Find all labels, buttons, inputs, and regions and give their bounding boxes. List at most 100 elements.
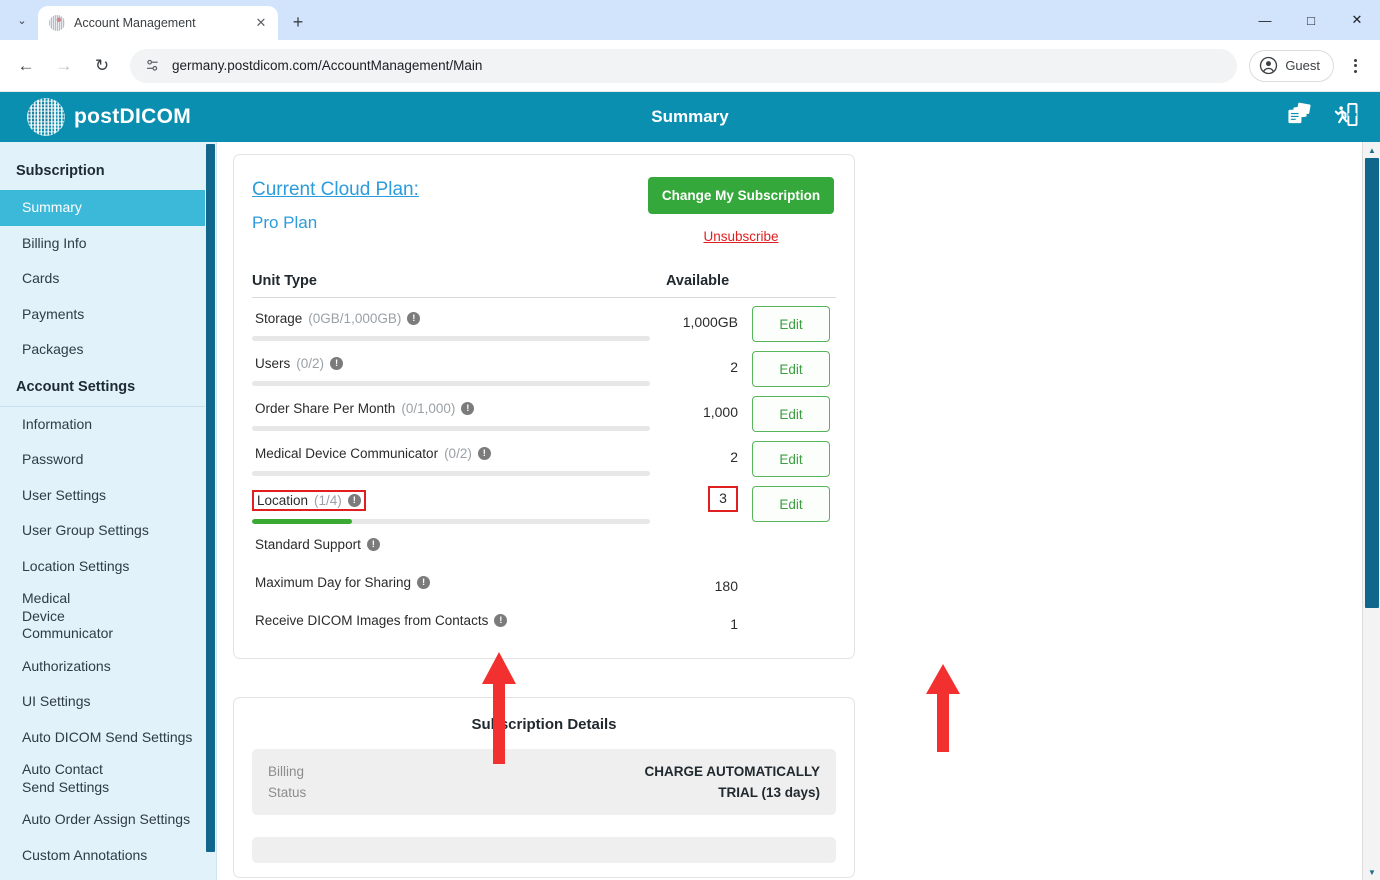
close-icon[interactable]: ✕ — [252, 14, 270, 32]
sidebar-item-payments[interactable]: Payments — [0, 297, 216, 333]
available-value — [650, 532, 738, 540]
sidebar-item-auto-order-assign-settings[interactable]: Auto Order Assign Settings — [0, 802, 216, 838]
info-icon[interactable]: ! — [366, 538, 380, 551]
main-scrollbar-thumb[interactable] — [1365, 158, 1379, 608]
new-tab-button[interactable]: + — [284, 8, 312, 36]
edit-button[interactable]: Edit — [752, 306, 830, 342]
plan-info: Current Cloud Plan: Pro Plan — [252, 177, 419, 233]
application: postDICOM Summary Subscription Summary B… — [0, 92, 1380, 880]
sidebar-item-user-settings[interactable]: User Settings — [0, 478, 216, 514]
tab-search-icon[interactable]: ⌄ — [8, 6, 36, 34]
sidebar-item-packages[interactable]: Packages — [0, 332, 216, 368]
sidebar-item-billing-info[interactable]: Billing Info — [0, 226, 216, 262]
unit-label: Storage (0GB/1,000GB) ! — [252, 310, 423, 327]
info-icon[interactable]: ! — [417, 576, 431, 589]
favicon-icon — [49, 15, 65, 31]
change-subscription-button[interactable]: Change My Subscription — [647, 177, 835, 214]
sidebar-item-user-group-settings[interactable]: User Group Settings — [0, 513, 216, 549]
sidebar-item-auto-contact-send-settings[interactable]: Auto Contact Send Settings — [0, 755, 130, 802]
edit-button[interactable]: Edit — [752, 396, 830, 432]
unit-label: Users (0/2) ! — [252, 355, 346, 372]
available-value: 2 — [730, 449, 738, 465]
logout-icon[interactable] — [1331, 102, 1358, 132]
available-value: 1 — [730, 616, 738, 632]
sidebar-item-custom-annotations[interactable]: Custom Annotations — [0, 838, 216, 874]
info-icon[interactable]: ! — [461, 402, 475, 415]
sidebar-item-medical-device-communicator[interactable]: Medical Device Communicator — [0, 584, 120, 649]
table-row: Maximum Day for Sharing ! 180 — [252, 562, 836, 600]
edit-button[interactable]: Edit — [752, 351, 830, 387]
unit-label: Maximum Day for Sharing ! — [252, 574, 433, 591]
usage-bar — [252, 426, 650, 431]
annotation-arrow-value — [926, 664, 960, 752]
sidebar-item-summary[interactable]: Summary — [0, 190, 216, 226]
back-icon[interactable]: ← — [10, 50, 42, 82]
unit-label: Standard Support ! — [252, 536, 383, 553]
current-plan-card: Current Cloud Plan: Pro Plan Change My S… — [233, 154, 855, 659]
info-icon[interactable]: ! — [347, 494, 361, 507]
scroll-up-icon[interactable]: ▲ — [1363, 143, 1380, 157]
unit-usage: (1/4) — [314, 493, 342, 508]
address-bar[interactable]: germany.postdicom.com/AccountManagement/… — [130, 48, 1238, 83]
main-scrollbar[interactable]: ▲ ▼ — [1362, 142, 1380, 880]
forward-icon[interactable]: → — [48, 50, 80, 82]
browser-toolbar: ← → ↻ germany.postdicom.com/AccountManag… — [0, 40, 1380, 92]
details-row: Billing CHARGE AUTOMATICALLY — [268, 761, 820, 782]
browser-window: ⌄ Account Management ✕ + — □ ✕ ← → ↻ ger… — [0, 0, 1380, 880]
sidebar-group-subscription: Subscription — [16, 163, 105, 179]
sidebar-scrollbar[interactable] — [205, 142, 216, 880]
available-value: 1,000 — [702, 404, 738, 420]
sidebar-item-location-settings[interactable]: Location Settings — [0, 549, 216, 585]
scroll-down-icon[interactable]: ▼ — [1363, 865, 1380, 879]
details-row: Status TRIAL (13 days) — [268, 782, 820, 803]
current-cloud-plan-link[interactable]: Current Cloud Plan: — [252, 179, 419, 201]
table-row: Storage (0GB/1,000GB) ! 1,000GB Edit — [252, 298, 836, 343]
units-table-header: Unit Type Available — [252, 273, 836, 298]
close-window-icon[interactable]: ✕ — [1334, 0, 1380, 40]
brand-name: postDICOM — [74, 105, 192, 128]
sidebar-item-cards[interactable]: Cards — [0, 261, 216, 297]
sidebar-scrollbar-thumb[interactable] — [206, 144, 215, 852]
sidebar-item-ui-settings[interactable]: UI Settings — [0, 684, 216, 720]
sidebar-item-information[interactable]: Information — [0, 407, 216, 443]
table-row: Users (0/2) ! 2 Edit — [252, 343, 836, 388]
available-value-location: 3 — [708, 486, 738, 512]
minimize-icon[interactable]: — — [1242, 0, 1288, 40]
header-actions — [1286, 102, 1358, 132]
brand-logo[interactable]: postDICOM — [27, 98, 191, 136]
unit-name: Location — [257, 493, 309, 508]
maximize-icon[interactable]: □ — [1288, 0, 1334, 40]
subscription-details-card: Subscription Details Billing CHARGE AUTO… — [233, 697, 855, 878]
browser-tab[interactable]: Account Management ✕ — [38, 6, 278, 40]
info-icon[interactable]: ! — [477, 447, 491, 460]
tab-strip: ⌄ Account Management ✕ + — □ ✕ — [0, 0, 1380, 40]
info-icon[interactable]: ! — [494, 614, 508, 627]
unit-usage: (0/1,000) — [401, 401, 456, 416]
sidebar-item-auto-dicom-send-settings[interactable]: Auto DICOM Send Settings — [0, 720, 216, 756]
unit-usage: (0/2) — [444, 446, 472, 461]
unit-name: Storage — [255, 311, 303, 326]
sidebar-item-authorizations[interactable]: Authorizations — [0, 649, 216, 685]
column-header-unit-type: Unit Type — [252, 273, 317, 289]
edit-button[interactable]: Edit — [752, 441, 830, 477]
unit-name: Standard Support — [255, 537, 361, 552]
unit-label: Medical Device Communicator (0/2) ! — [252, 445, 494, 462]
usage-bar — [252, 471, 650, 476]
profile-button[interactable]: Guest — [1249, 49, 1334, 82]
reload-icon[interactable]: ↻ — [86, 50, 118, 82]
profile-label: Guest — [1285, 58, 1320, 73]
unit-label: Receive DICOM Images from Contacts ! — [252, 612, 510, 629]
menu-icon[interactable] — [1340, 50, 1370, 82]
avatar-icon — [1260, 56, 1278, 75]
details-row-partial — [252, 837, 836, 863]
usage-bar — [252, 336, 650, 341]
cards-icon[interactable] — [1286, 102, 1313, 132]
site-settings-icon[interactable] — [144, 58, 160, 74]
globe-logo-icon — [27, 98, 65, 136]
edit-button-location[interactable]: Edit — [752, 486, 830, 522]
plan-actions: Change My Subscription Unsubscribe — [646, 177, 836, 244]
unsubscribe-link[interactable]: Unsubscribe — [703, 229, 778, 244]
info-icon[interactable]: ! — [407, 312, 421, 325]
sidebar-item-password[interactable]: Password — [0, 442, 216, 478]
info-icon[interactable]: ! — [330, 357, 344, 370]
